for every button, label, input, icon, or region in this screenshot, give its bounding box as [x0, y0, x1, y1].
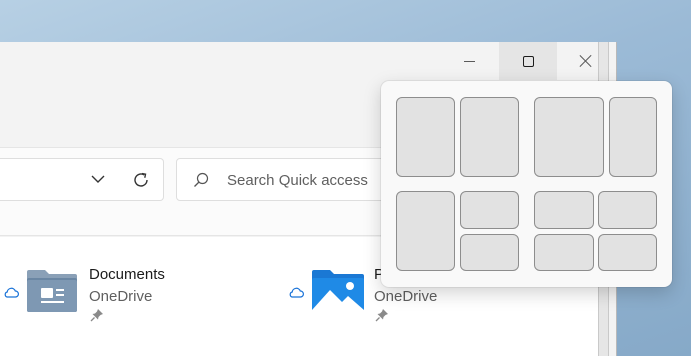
documents-folder-icon[interactable] [25, 268, 79, 314]
cloud-icon [4, 287, 19, 298]
snap-zone-wide-left[interactable] [534, 97, 604, 177]
snap-zone-left-half[interactable] [396, 97, 455, 177]
snap-zone-quadrant-bottom-left[interactable] [534, 234, 594, 271]
item-subtitle: OneDrive [89, 288, 153, 305]
snap-zone-right-half[interactable] [460, 97, 519, 177]
minimize-button[interactable] [448, 42, 490, 80]
cloud-icon [289, 287, 304, 298]
chevron-down-icon[interactable] [90, 171, 106, 187]
maximize-button[interactable] [499, 42, 557, 80]
snap-zone-quadrant-top-left[interactable] [534, 191, 594, 229]
pin-icon[interactable] [375, 308, 389, 322]
minimize-icon [463, 60, 475, 62]
close-button[interactable] [557, 42, 615, 80]
item-subtitle: OneDrive [374, 288, 438, 305]
search-placeholder: Search Quick access [227, 172, 368, 189]
refresh-icon[interactable] [131, 170, 151, 190]
snap-zone-quadrant-bottom-right[interactable] [598, 234, 657, 271]
snap-zone-quadrant-top-right[interactable] [598, 191, 657, 229]
close-icon [579, 54, 593, 68]
snap-zone-top-right[interactable] [460, 191, 519, 229]
pictures-folder-icon[interactable] [310, 268, 366, 314]
snap-zone-bottom-right[interactable] [460, 234, 519, 271]
snap-zone-narrow-right[interactable] [609, 97, 657, 177]
item-title[interactable]: Documents [89, 266, 165, 283]
maximize-icon [522, 55, 534, 67]
snap-layouts-flyout [381, 81, 672, 287]
search-icon [194, 172, 209, 187]
pin-icon[interactable] [90, 308, 104, 322]
snap-zone-left-column[interactable] [396, 191, 455, 271]
